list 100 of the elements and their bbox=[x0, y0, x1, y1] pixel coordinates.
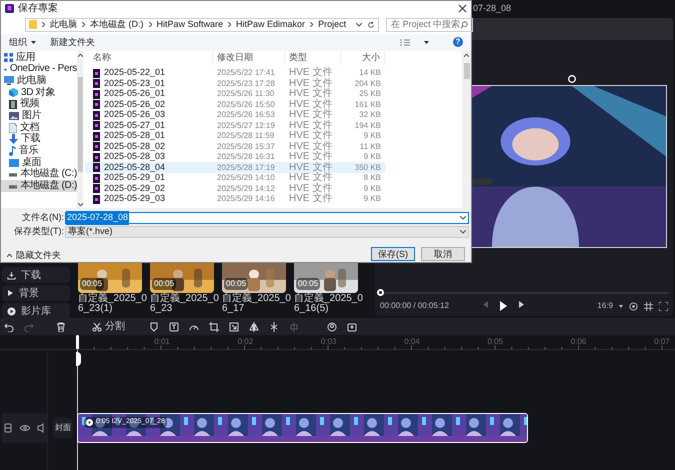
column-header[interactable]: 类型 bbox=[285, 51, 341, 65]
nav-item[interactable]: OneDrive - Pers bbox=[1, 63, 77, 76]
lock-icon[interactable] bbox=[2, 423, 12, 433]
face-circle-icon[interactable] bbox=[327, 322, 337, 332]
crop-icon[interactable] bbox=[209, 322, 219, 332]
scroll-up-icon[interactable] bbox=[78, 54, 82, 57]
breadcrumb-item[interactable]: HitPaw Edimakor bbox=[236, 18, 306, 32]
cover-button[interactable]: 封面 bbox=[53, 418, 73, 438]
file-row[interactable]: 2025-05-22_01 2025/5/22 17:41 HVE 文件 14 KB bbox=[85, 68, 385, 78]
progress-thumb[interactable] bbox=[377, 289, 384, 296]
dialog-button[interactable]: 取消 bbox=[421, 247, 465, 261]
view-list-icon[interactable] bbox=[400, 38, 410, 46]
file-date: 2025/5/29 14:12 bbox=[216, 182, 276, 195]
screen-record-icon[interactable] bbox=[347, 322, 357, 332]
file-row[interactable]: 2025-05-29_03 2025/5/29 14:16 HVE 文件 9 KB bbox=[85, 194, 385, 204]
file-date: 2025/5/29 14:10 bbox=[216, 172, 276, 184]
scroll-up-icon[interactable] bbox=[464, 54, 469, 57]
split-button[interactable]: 分割 bbox=[92, 319, 125, 334]
search-field[interactable]: 在 Project 中搜索 bbox=[386, 18, 474, 32]
mirror-icon[interactable] bbox=[249, 322, 259, 332]
playhead-handle[interactable] bbox=[76, 352, 81, 366]
nav-item[interactable]: 应用 bbox=[1, 52, 77, 64]
help-button[interactable]: ? bbox=[453, 37, 463, 48]
list-scrollbar[interactable] bbox=[462, 50, 471, 208]
file-row[interactable]: 2025-05-27_01 2025/5/27 12:19 HVE 文件 194 KB bbox=[85, 120, 385, 131]
file-row[interactable]: 2025-05-23_01 2025/5/23 17:28 HVE 文件 204 KB bbox=[85, 78, 385, 89]
nav-item[interactable]: 音乐 bbox=[1, 145, 77, 157]
media-thumbnail[interactable]: 00:05 bbox=[78, 263, 142, 293]
file-row[interactable]: 2025-05-28_03 2025/5/28 16:31 HVE 文件 9 KB bbox=[85, 152, 385, 162]
grid-icon[interactable] bbox=[644, 302, 653, 310]
breadcrumb-item[interactable]: 本地磁盘 (D:) bbox=[90, 18, 144, 32]
filename-field[interactable]: 2025-07-28_08 bbox=[65, 212, 469, 224]
file-row[interactable]: 2025-05-26_03 2025/5/26 16:53 HVE 文件 32 KB bbox=[85, 110, 385, 120]
sidebar-item[interactable]: 背景 bbox=[2, 285, 70, 301]
trash-icon[interactable] bbox=[56, 322, 66, 332]
shield-icon[interactable] bbox=[149, 322, 159, 332]
file-row[interactable]: 2025-05-29_01 2025/5/29 14:10 HVE 文件 8 KB bbox=[85, 172, 385, 184]
target-icon[interactable] bbox=[629, 302, 638, 310]
nav-scrollbar[interactable] bbox=[77, 50, 83, 208]
filetype-dropdown[interactable]: 專案(*.hve) bbox=[65, 226, 469, 238]
play-icon[interactable] bbox=[500, 301, 507, 311]
file-row[interactable]: 2025-05-28_01 2025/5/28 11:59 HVE 文件 9 KB bbox=[85, 130, 385, 142]
freeze-icon[interactable] bbox=[269, 322, 279, 332]
nav-item[interactable]: 桌面 bbox=[1, 156, 77, 169]
file-date: 2025/5/23 17:28 bbox=[216, 78, 276, 90]
sidebar-item[interactable]: 影片库 bbox=[2, 303, 70, 319]
apps-grid-icon bbox=[4, 53, 13, 62]
time-display: 00:00:00 / 00:05:12 bbox=[380, 300, 449, 312]
nav-item[interactable]: 本地磁盘 (D:) bbox=[1, 180, 77, 192]
column-header[interactable]: 修改日期 bbox=[213, 51, 285, 65]
speaker-icon[interactable] bbox=[36, 423, 46, 433]
nav-item[interactable]: 此电脑 bbox=[1, 75, 77, 87]
breadcrumb-item[interactable]: HitPaw Software bbox=[156, 18, 224, 32]
duration-badge: 00:05 bbox=[224, 278, 248, 290]
file-row[interactable]: 2025-05-28_04 2025/5/28 17:19 HVE 文件 350 KB bbox=[85, 162, 385, 173]
media-thumbnail[interactable]: 00:05 bbox=[294, 263, 358, 293]
eye-icon[interactable] bbox=[20, 423, 30, 433]
scrollbar-thumb[interactable] bbox=[78, 76, 82, 172]
next-frame-icon[interactable] bbox=[518, 301, 524, 308]
chevron-down-icon[interactable] bbox=[356, 22, 362, 27]
refresh-icon[interactable] bbox=[367, 20, 376, 29]
media-name: 自定義_2025_06_16(5) bbox=[294, 294, 364, 314]
media-thumbnail[interactable]: 00:05 bbox=[150, 263, 214, 293]
drive-icon bbox=[9, 172, 18, 177]
ruler-label: 0:03 bbox=[320, 336, 336, 348]
scroll-down-icon[interactable] bbox=[78, 203, 82, 206]
nav-item[interactable]: 图片 bbox=[1, 110, 77, 122]
organize-menu[interactable]: 组织 bbox=[9, 36, 36, 50]
triangle-icon bbox=[7, 289, 14, 297]
file-row[interactable]: 2025-05-29_02 2025/5/29 14:12 HVE 文件 9 KB bbox=[85, 183, 385, 194]
rotate-handle-icon bbox=[568, 75, 576, 83]
media-thumbnail[interactable]: 00:05 bbox=[222, 263, 286, 293]
nav-item[interactable]: 视频 bbox=[1, 98, 77, 110]
nav-item[interactable]: 本地磁盘 (C:) bbox=[1, 168, 77, 180]
cube-icon bbox=[9, 88, 18, 98]
aspect-ratio-dropdown[interactable]: 16:9 bbox=[597, 300, 613, 312]
column-header[interactable]: 名称 bbox=[85, 51, 213, 65]
new-folder-button[interactable]: 新建文件夹 bbox=[50, 36, 95, 50]
fullscreen-icon[interactable] bbox=[659, 302, 668, 310]
file-row[interactable]: 2025-05-26_02 2025/5/26 15:50 HVE 文件 161 KB bbox=[85, 99, 385, 110]
nav-item[interactable]: 文档 bbox=[1, 122, 77, 134]
file-name: 2025-05-28_04 bbox=[104, 161, 166, 174]
undo-icon[interactable] bbox=[4, 322, 14, 332]
hide-folders-toggle[interactable]: 隐藏文件夹 bbox=[7, 248, 61, 262]
file-size: 9 KB bbox=[362, 182, 382, 195]
breadcrumb-item[interactable]: Project bbox=[318, 18, 346, 32]
nav-item[interactable]: 下载 bbox=[1, 134, 77, 146]
address-bar[interactable]: 此电脑 本地磁盘 (D:) HitPaw Software HitPaw Edimakor Project bbox=[25, 18, 380, 32]
column-header[interactable]: 大小 bbox=[341, 51, 385, 65]
breadcrumb-item[interactable]: 此电脑 bbox=[50, 18, 77, 32]
resize-icon[interactable] bbox=[229, 322, 239, 332]
file-row[interactable]: 2025-05-28_02 2025/5/28 15:37 HVE 文件 11 KB bbox=[85, 141, 385, 152]
close-icon[interactable] bbox=[458, 4, 467, 14]
dialog-button[interactable]: 保存(S) bbox=[371, 247, 415, 261]
scrollbar-thumb[interactable] bbox=[464, 62, 470, 79]
file-size: 350 KB bbox=[354, 162, 382, 174]
file-row[interactable]: 2025-05-26_01 2025/5/26 11:30 HVE 文件 25 KB bbox=[85, 88, 385, 100]
text-box-icon[interactable] bbox=[169, 322, 179, 332]
sidebar-item[interactable]: 下载 bbox=[2, 267, 70, 283]
nav-item[interactable]: 3D 对象 bbox=[1, 86, 77, 99]
